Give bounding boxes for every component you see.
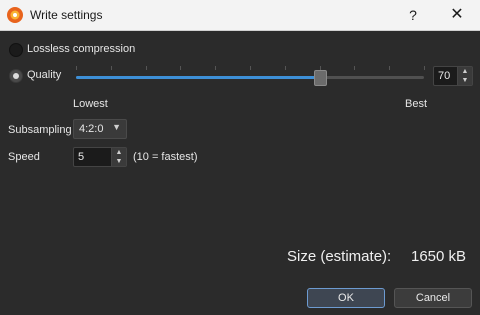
quality-max-label: Best	[405, 98, 428, 110]
window-title: Write settings	[30, 8, 103, 22]
close-button[interactable]: ✕	[436, 0, 478, 30]
slider-tick	[389, 66, 390, 70]
slider-tick	[424, 66, 425, 70]
size-estimate-value: 1650 kB	[411, 248, 467, 265]
quality-min-label: Lowest	[73, 98, 108, 110]
spin-down-icon[interactable]: ▼	[458, 76, 472, 85]
spin-down-icon[interactable]: ▼	[112, 157, 126, 166]
ok-button[interactable]: OK	[307, 288, 385, 308]
quality-label: Quality	[27, 69, 62, 81]
slider-tick	[354, 66, 355, 70]
slider-tick	[111, 66, 112, 70]
spin-up-icon[interactable]: ▲	[458, 67, 472, 76]
slider-tick	[146, 66, 147, 70]
quality-slider-handle[interactable]	[314, 70, 327, 86]
spin-up-icon[interactable]: ▲	[112, 148, 126, 157]
quality-spinbox[interactable]: 70 ▲ ▼	[433, 66, 473, 86]
title-bar: Write settings ? ✕	[0, 0, 480, 31]
quality-slider-fill	[76, 76, 320, 79]
quality-slider[interactable]	[76, 70, 424, 86]
slider-tick	[250, 66, 251, 70]
subsampling-dropdown[interactable]: 4:2:0 ▼	[73, 119, 127, 139]
slider-tick	[180, 66, 181, 70]
app-icon	[6, 6, 24, 24]
subsampling-label: Subsampling	[8, 124, 72, 136]
quality-radio[interactable]	[9, 69, 23, 83]
speed-hint: (10 = fastest)	[133, 151, 198, 163]
help-button[interactable]: ?	[392, 0, 434, 30]
speed-value: 5	[78, 151, 85, 163]
speed-label: Speed	[8, 151, 40, 163]
cancel-button[interactable]: Cancel	[394, 288, 472, 308]
chevron-down-icon: ▼	[112, 122, 121, 132]
speed-spin-arrows[interactable]: ▲ ▼	[111, 148, 126, 166]
speed-spinbox[interactable]: 5 ▲ ▼	[73, 147, 127, 167]
subsampling-value: 4:2:0	[79, 123, 104, 135]
slider-tick	[76, 66, 77, 70]
lossless-radio[interactable]	[9, 43, 23, 57]
size-estimate-label: Size (estimate):	[287, 248, 392, 265]
quality-value: 70	[438, 70, 451, 82]
quality-spin-arrows[interactable]: ▲ ▼	[457, 67, 472, 85]
slider-tick	[285, 66, 286, 70]
lossless-label: Lossless compression	[27, 43, 136, 55]
slider-tick	[215, 66, 216, 70]
